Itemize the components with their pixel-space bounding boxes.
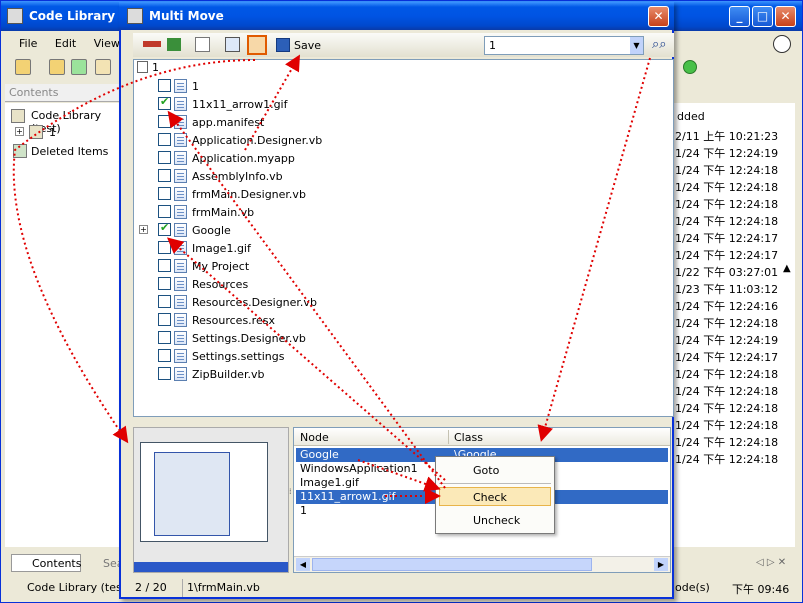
- annotation-arrows: [12, 54, 651, 504]
- desktop: Code Library .NE _ □ ✕ File Edit View Co…: [0, 0, 803, 603]
